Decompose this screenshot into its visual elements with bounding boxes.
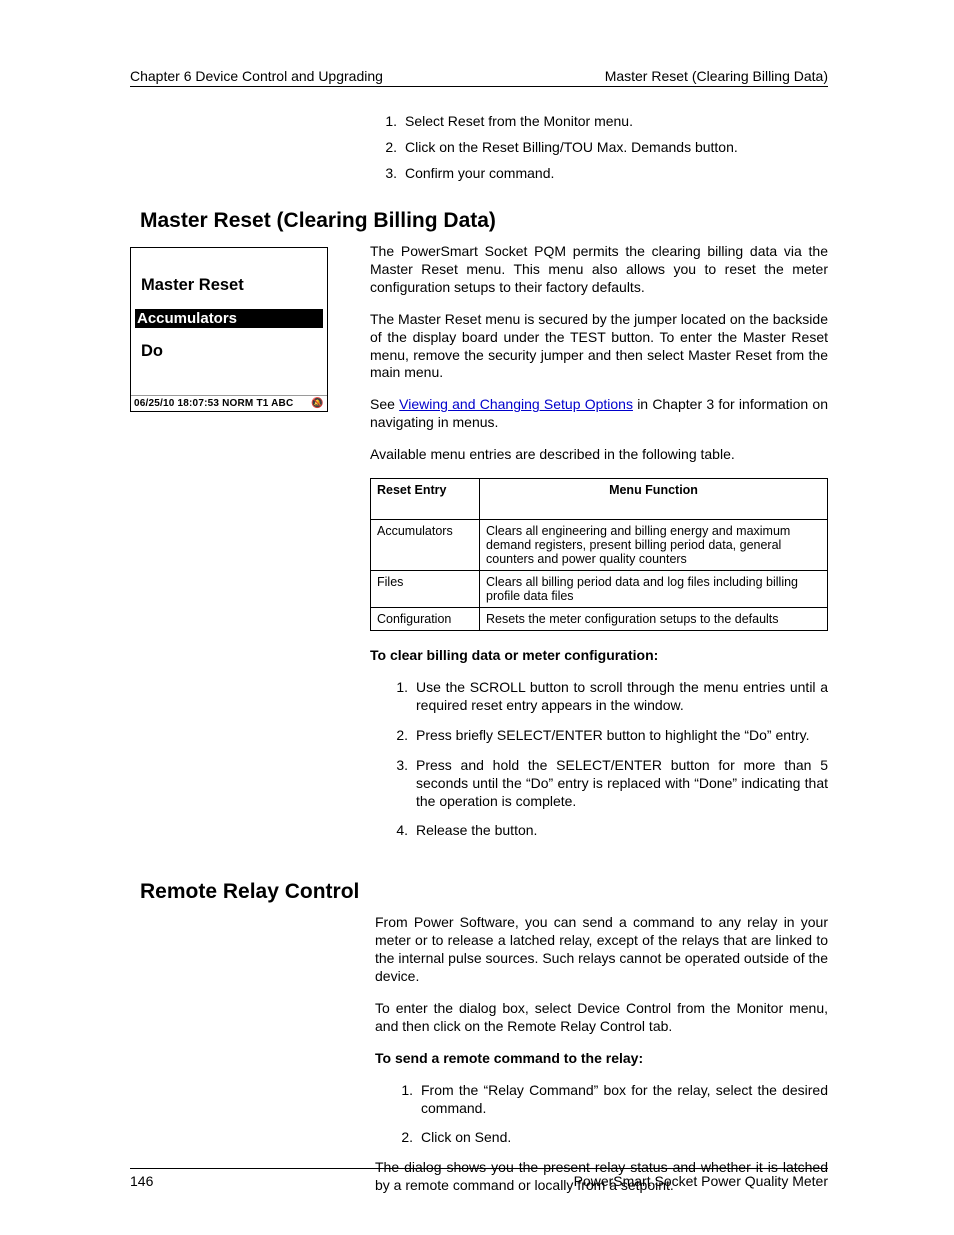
reset-entries-table: Reset Entry Menu Function Accumulators C…: [370, 478, 828, 631]
step-num: 1.: [375, 113, 397, 129]
body-paragraph: See Viewing and Changing Setup Options i…: [370, 396, 828, 432]
device-screen-selected: Accumulators: [135, 309, 323, 328]
bell-cancel-icon: 🔕: [311, 398, 324, 409]
table-row: Files Clears all billing period data and…: [371, 571, 828, 608]
step-num: 3.: [375, 165, 397, 181]
procedure-lead: To send a remote command to the relay:: [375, 1050, 828, 1068]
page-footer: 146 PowerSmart Socket Power Quality Mete…: [130, 1168, 828, 1189]
page-number: 146: [130, 1173, 153, 1189]
table-row: Accumulators Clears all engineering and …: [371, 520, 828, 571]
link-viewing-setup[interactable]: Viewing and Changing Setup Options: [399, 396, 633, 412]
device-screen-status: 06/25/10 18:07:53 NORM T1 ABC 🔕: [131, 395, 327, 411]
footer-title: PowerSmart Socket Power Quality Meter: [574, 1173, 828, 1189]
step-num: 2.: [388, 727, 408, 745]
step-num: 2.: [375, 139, 397, 155]
step-text: Select Reset from the Monitor menu.: [405, 113, 633, 129]
step-num: 2.: [393, 1129, 413, 1147]
device-screen-title: Master Reset: [141, 276, 317, 295]
table-cell: Clears all billing period data and log f…: [480, 571, 828, 608]
body-paragraph: The Master Reset menu is secured by the …: [370, 311, 828, 383]
intro-steps: 1. Select Reset from the Monitor menu. 2.…: [375, 113, 828, 181]
header-left: Chapter 6 Device Control and Upgrading: [130, 68, 383, 84]
step-text: Confirm your command.: [405, 165, 554, 181]
header-right: Master Reset (Clearing Billing Data): [605, 68, 828, 84]
table-cell: Configuration: [371, 608, 480, 631]
step-text: Press and hold the SELECT/ENTER button f…: [416, 757, 828, 811]
device-screen: Master Reset Accumulators Do 06/25/10 18…: [130, 247, 328, 412]
device-screen-action: Do: [141, 342, 317, 361]
table-cell: Clears all engineering and billing energ…: [480, 520, 828, 571]
step-text: Click on Send.: [421, 1129, 511, 1147]
procedure-steps: 1.Use the SCROLL button to scroll throug…: [388, 679, 828, 840]
table-row: Configuration Resets the meter configura…: [371, 608, 828, 631]
step-text: Press briefly SELECT/ENTER button to hig…: [416, 727, 809, 745]
table-header: Reset Entry: [371, 479, 480, 520]
table-header: Menu Function: [480, 479, 828, 520]
device-status-text: 06/25/10 18:07:53 NORM T1 ABC: [134, 398, 293, 409]
body-paragraph: To enter the dialog box, select Device C…: [375, 1000, 828, 1036]
page-header: Chapter 6 Device Control and Upgrading M…: [130, 68, 828, 87]
step-text: Release the button.: [416, 822, 537, 840]
procedure-steps: 1.From the “Relay Command” box for the r…: [393, 1082, 828, 1148]
step-num: 1.: [388, 679, 408, 715]
section-title-remote-relay: Remote Relay Control: [140, 880, 828, 904]
step-text: Click on the Reset Billing/TOU Max. Dema…: [405, 139, 738, 155]
procedure-lead: To clear billing data or meter configura…: [370, 647, 828, 665]
step-num: 1.: [393, 1082, 413, 1118]
step-text: From the “Relay Command” box for the rel…: [421, 1082, 828, 1118]
body-paragraph: From Power Software, you can send a comm…: [375, 914, 828, 986]
table-cell: Accumulators: [371, 520, 480, 571]
step-text: Use the SCROLL button to scroll through …: [416, 679, 828, 715]
body-paragraph: Available menu entries are described in …: [370, 446, 828, 464]
step-num: 4.: [388, 822, 408, 840]
table-cell: Files: [371, 571, 480, 608]
section-title-master-reset: Master Reset (Clearing Billing Data): [140, 209, 828, 233]
step-num: 3.: [388, 757, 408, 811]
body-paragraph: The PowerSmart Socket PQM permits the cl…: [370, 243, 828, 297]
table-cell: Resets the meter configuration setups to…: [480, 608, 828, 631]
